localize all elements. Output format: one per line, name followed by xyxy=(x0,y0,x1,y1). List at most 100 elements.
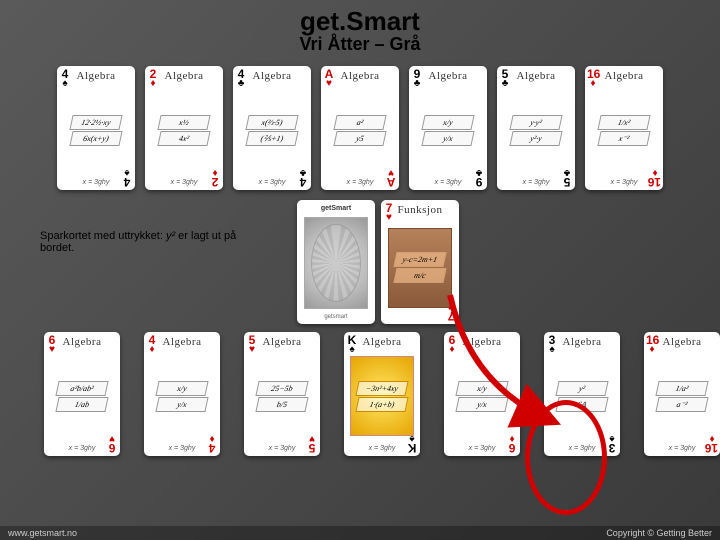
card-foot: x = 3ghy xyxy=(69,445,96,452)
card-expression: a² xyxy=(333,115,386,130)
card-body: 12·2½·xy6x(x+y) xyxy=(65,99,127,161)
card-title: Algebra xyxy=(429,70,468,82)
playing-card[interactable]: 6♦Algebrax/yy/xx = 3ghy6♦ xyxy=(444,332,520,456)
card-expression: a⁻² xyxy=(655,397,708,412)
card-corner-tl: 4♣ xyxy=(235,68,247,89)
playing-card[interactable]: 9♣Algebrax/yy/xx = 3ghy9♣ xyxy=(409,66,487,190)
card-corner-br: 7♥ xyxy=(445,301,457,322)
card-corner-br: 4♣ xyxy=(297,167,309,188)
card-expression: 6x(x+y) xyxy=(69,131,122,146)
card-corner-tl: 6♦ xyxy=(446,334,458,355)
footer-left: www.getsmart.no xyxy=(8,528,77,538)
card-corner-br: 16♦ xyxy=(649,167,661,188)
playing-card[interactable]: 4♣Algebrax(⅔·5)(⅖+1)x = 3ghy4♣ xyxy=(233,66,311,190)
card-body: y²6A xyxy=(551,365,613,427)
card-foot: x = 3ghy xyxy=(523,179,550,186)
card-expression: y5 xyxy=(333,131,386,146)
card-body: x½4x² xyxy=(153,99,215,161)
card-body: a²b/ab²1/ab xyxy=(51,365,113,427)
card-expression: 4x² xyxy=(157,131,210,146)
playing-card[interactable]: 3♠Algebray²6Ax = 3ghy3♠ xyxy=(544,332,620,456)
card-foot: x = 3ghy xyxy=(611,179,638,186)
card-title: Algebra xyxy=(341,70,380,82)
card-foot: x = 3ghy xyxy=(269,445,296,452)
card-title: Algebra xyxy=(63,336,102,348)
card-title: Algebra xyxy=(517,70,556,82)
deck-pattern xyxy=(304,217,368,309)
card-body: x(⅔·5)(⅖+1) xyxy=(241,99,303,161)
playing-card[interactable]: 2♦Algebrax½4x²x = 3ghy2♦ xyxy=(145,66,223,190)
playing-card[interactable]: 7♥Funksjony-c=2m+1m/c7♥ xyxy=(381,200,459,324)
card-row-top: 4♠Algebra12·2½·xy6x(x+y)x = 3ghy4♠2♦Alge… xyxy=(0,66,720,190)
card-expression: x⁻² xyxy=(597,131,650,146)
card-corner-tl: 3♠ xyxy=(546,334,558,355)
card-corner-tl: 9♣ xyxy=(411,68,423,89)
playing-card[interactable]: 16♦Algebra1/x²x⁻²x = 3ghy16♦ xyxy=(585,66,663,190)
caption-expr: y² xyxy=(166,230,175,242)
playing-card[interactable]: 4♠Algebra12·2½·xy6x(x+y)x = 3ghy4♠ xyxy=(57,66,135,190)
card-corner-tl: K♠ xyxy=(346,334,358,355)
card-foot: x = 3ghy xyxy=(669,445,696,452)
card-foot: x = 3ghy xyxy=(369,445,396,452)
card-body: y-c=2m+1m/c xyxy=(388,228,452,308)
card-foot: x = 3ghy xyxy=(169,445,196,452)
playing-card[interactable]: K♠Algebra−3n²+4xy1·(a+b)x = 3ghyK♠ xyxy=(344,332,420,456)
card-foot: x = 3ghy xyxy=(435,179,462,186)
card-expression: y·y² xyxy=(509,115,562,130)
card-corner-tl: 5♣ xyxy=(499,68,511,89)
card-foot: x = 3ghy xyxy=(83,179,110,186)
card-corner-tl: 16♦ xyxy=(587,68,599,89)
playing-card[interactable]: 16♦Algebra1/a²a⁻²x = 3ghy16♦ xyxy=(644,332,720,456)
card-title: Algebra xyxy=(163,336,202,348)
card-expression: x/y xyxy=(455,381,508,396)
card-body: x/yy/x xyxy=(451,365,513,427)
playing-card[interactable]: 5♥Algebra25−5bb/5x = 3ghy5♥ xyxy=(244,332,320,456)
caption-pre: Sparkortet med uttrykket: xyxy=(40,230,166,242)
card-body: y·y²y²·y xyxy=(505,99,567,161)
playing-card[interactable]: 5♣ Algebra y·y²y²·y x = 3ghy 5♣ xyxy=(497,66,575,190)
card-corner-br: A♥ xyxy=(385,167,397,188)
card-expression: (⅖+1) xyxy=(245,131,298,146)
card-foot: x = 3ghy xyxy=(171,179,198,186)
card-expression: 6A xyxy=(555,397,608,412)
playing-card[interactable]: A♥Algebraa²y5x = 3ghyA♥ xyxy=(321,66,399,190)
card-body: 25−5bb/5 xyxy=(251,365,313,427)
card-expression: y²·y xyxy=(509,131,562,146)
card-body: −3n²+4xy1·(a+b) xyxy=(350,356,414,436)
card-expression: 1/a² xyxy=(655,381,708,396)
card-title: Algebra xyxy=(663,336,702,348)
card-corner-tl: 6♥ xyxy=(46,334,58,355)
card-corner-tl: 16♦ xyxy=(646,334,658,355)
playing-card[interactable]: 4♦Algebrax/yy/xx = 3ghy4♦ xyxy=(144,332,220,456)
page-title: get.Smart xyxy=(0,8,720,34)
card-expression: 1/ab xyxy=(55,397,108,412)
card-title: Funksjon xyxy=(398,204,443,216)
card-expression: y/x xyxy=(455,397,508,412)
card-corner-br: 5♥ xyxy=(306,433,318,454)
caption-text: Sparkortet med uttrykket: y² er lagt ut … xyxy=(40,230,240,254)
playing-card[interactable]: getSmartgetsmart xyxy=(297,200,375,324)
card-title: Algebra xyxy=(263,336,302,348)
card-corner-br: 6♥ xyxy=(106,433,118,454)
card-corner-br: 2♦ xyxy=(209,167,221,188)
card-corner-br: 6♦ xyxy=(506,433,518,454)
card-corner-br: 9♣ xyxy=(473,167,485,188)
card-expression: −3n²+4xy xyxy=(355,381,408,396)
card-corner-br: 3♠ xyxy=(606,433,618,454)
playing-card[interactable]: 6♥ Algebra a²b/ab²1/ab x = 3ghy 6♥ xyxy=(44,332,120,456)
card-expression: m/c xyxy=(393,268,446,283)
card-row-bottom: 6♥Algebraa²b/ab²1/abx = 3ghy6♥4♦Algebrax… xyxy=(0,332,720,456)
card-body: x/yy/x xyxy=(151,365,213,427)
card-corner-br: 4♠ xyxy=(121,167,133,188)
card-title: Algebra xyxy=(165,70,204,82)
card-expression: 25−5b xyxy=(255,381,308,396)
card-expression: a²b/ab² xyxy=(55,381,108,396)
card-expression: 1·(a+b) xyxy=(355,397,408,412)
card-corner-tl: 7♥ xyxy=(383,202,395,223)
card-expression: y/x xyxy=(155,397,208,412)
card-corner-tl: A♥ xyxy=(323,68,335,89)
footer: www.getsmart.no Copyright © Getting Bett… xyxy=(0,526,720,540)
card-expression: y/x xyxy=(421,131,474,146)
card-corner-br: 5♣ xyxy=(561,167,573,188)
card-expression: x(⅔·5) xyxy=(245,115,298,130)
